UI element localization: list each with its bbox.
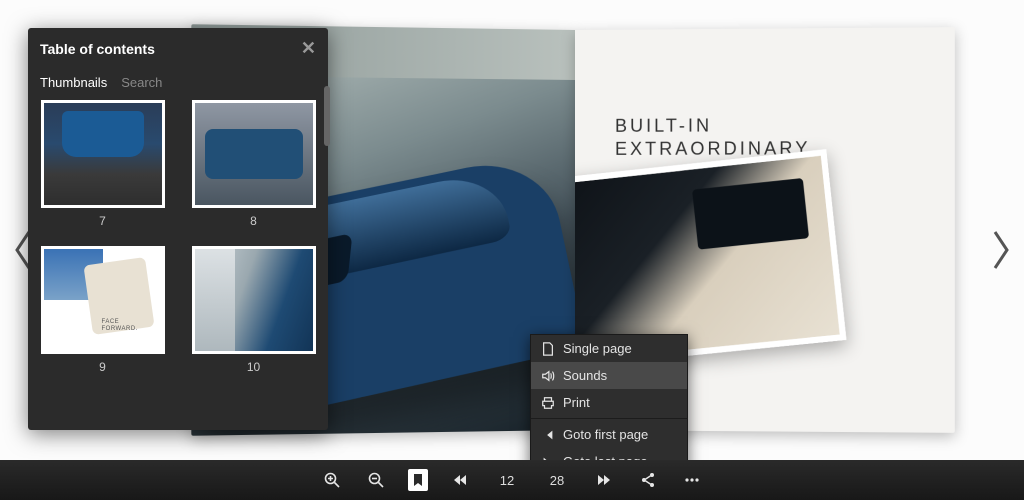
thumbnail-label: 9 [99, 360, 106, 374]
more-icon [684, 472, 700, 488]
close-button[interactable]: ✕ [301, 38, 316, 59]
menu-goto-first[interactable]: Goto first page [531, 421, 687, 448]
thumbnail-caption: FACE FORWARD. [102, 319, 138, 333]
viewer-stage: BUILT-IN EXTRAORDINARY. Table of content… [0, 0, 1024, 500]
chevron-right-icon [989, 230, 1013, 270]
close-icon: ✕ [301, 38, 316, 58]
zoom-out-icon [368, 472, 384, 488]
tab-thumbnails[interactable]: Thumbnails [40, 75, 107, 90]
print-icon [541, 396, 555, 410]
rewind-icon [452, 472, 468, 488]
menu-sounds[interactable]: Sounds [531, 362, 687, 389]
forward-icon [596, 472, 612, 488]
forward-button[interactable] [592, 468, 616, 492]
share-button[interactable] [636, 468, 660, 492]
thumbnail-image [192, 100, 316, 208]
next-page-button[interactable] [984, 220, 1018, 280]
scrollbar-thumb[interactable] [324, 86, 330, 146]
thumbnail-image: FACE FORWARD. [41, 246, 165, 354]
toc-tabs: Thumbnails Search [28, 69, 328, 100]
sound-icon [541, 369, 555, 383]
toc-button[interactable] [408, 469, 428, 491]
thumbnail-image [41, 100, 165, 208]
thumbnail-label: 10 [247, 360, 260, 374]
thumbnail-label: 8 [250, 214, 257, 228]
context-menu: Single page Sounds Print Goto first page… [530, 334, 688, 476]
zoom-in-icon [324, 472, 340, 488]
rewind-button[interactable] [448, 468, 472, 492]
thumbnail-label: 7 [99, 214, 106, 228]
share-icon [640, 472, 656, 488]
more-button[interactable] [680, 468, 704, 492]
toc-title: Table of contents [40, 41, 301, 57]
thumbnail-image [192, 246, 316, 354]
zoom-in-button[interactable] [320, 468, 344, 492]
toc-header: Table of contents ✕ [28, 28, 328, 69]
page-number-right[interactable]: 28 [542, 473, 572, 488]
toolbar: 12 28 [0, 460, 1024, 500]
headline-line1: BUILT-IN [615, 114, 816, 138]
menu-label: Goto first page [563, 427, 648, 442]
thumbnail-item[interactable]: 7 [38, 100, 167, 228]
bookmark-icon [410, 472, 426, 488]
thumbnail-item[interactable]: FACE FORWARD. 9 [38, 246, 167, 374]
zoom-out-button[interactable] [364, 468, 388, 492]
menu-label: Sounds [563, 368, 607, 383]
menu-label: Single page [563, 341, 632, 356]
menu-separator [531, 418, 687, 419]
thumbnail-grid: 7 8 FACE FORWARD. 9 [28, 100, 328, 430]
tab-search[interactable]: Search [121, 75, 162, 90]
menu-label: Print [563, 395, 590, 410]
thumbnail-item[interactable]: 10 [189, 246, 318, 374]
page-icon [541, 342, 555, 356]
toc-panel: Table of contents ✕ Thumbnails Search 7 … [28, 28, 328, 430]
menu-print[interactable]: Print [531, 389, 687, 416]
thumbnail-item[interactable]: 8 [189, 100, 318, 228]
menu-single-page[interactable]: Single page [531, 335, 687, 362]
page-number-left[interactable]: 12 [492, 473, 522, 488]
first-page-icon [541, 428, 555, 442]
